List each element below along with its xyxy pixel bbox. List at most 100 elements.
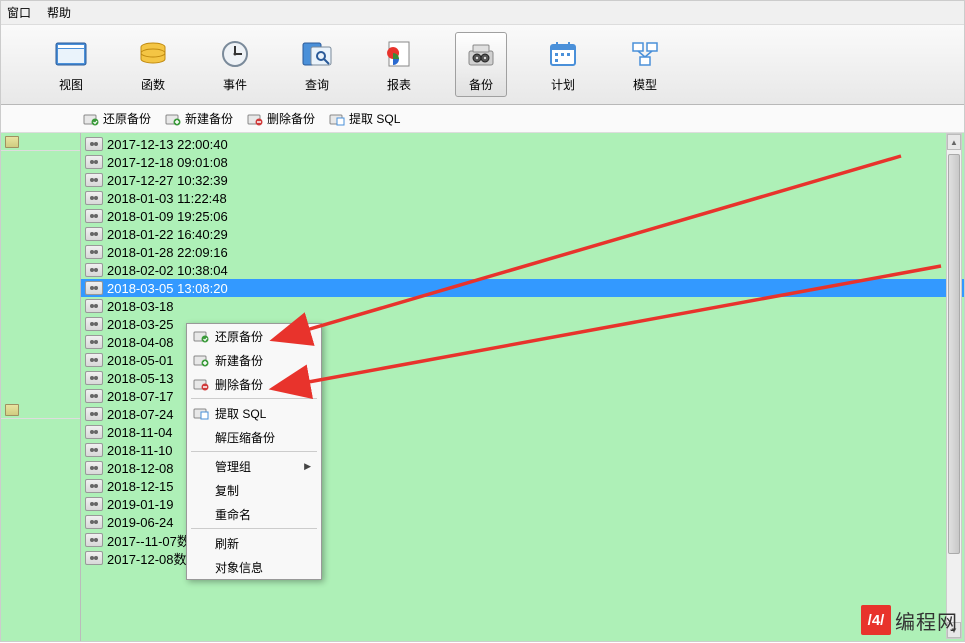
- ctx-decompress[interactable]: 解压缩备份: [187, 425, 321, 449]
- main-area: 2017-12-13 22:00:40 2017-12-18 09:01:08 20…: [1, 133, 964, 641]
- backup-file-icon: [85, 533, 103, 547]
- subtoolbar-restore[interactable]: 还原备份: [83, 110, 151, 127]
- ctx-label: 刷新: [215, 535, 239, 552]
- backup-file-icon: [85, 353, 103, 367]
- restore-icon: [83, 112, 99, 126]
- ctx-label: 提取 SQL: [215, 405, 266, 422]
- db-icon: [5, 136, 19, 148]
- backup-file-icon: [85, 209, 103, 223]
- new-icon: [165, 112, 181, 126]
- backup-row[interactable]: 2018-01-22 16:40:29: [81, 225, 964, 243]
- backup-file-icon: [85, 443, 103, 457]
- sub-toolbar: 还原备份新建备份删除备份提取 SQL: [1, 105, 964, 133]
- toolbar-label: 模型: [633, 76, 657, 93]
- backup-icon: [463, 36, 499, 72]
- context-menu: 还原备份新建备份删除备份提取 SQL 解压缩备份管理组▶复制重命名刷新对象信息: [186, 323, 322, 580]
- ctx-delete[interactable]: 删除备份: [187, 372, 321, 396]
- ctx-extract[interactable]: 提取 SQL: [187, 401, 321, 425]
- toolbar-backup[interactable]: 备份: [455, 32, 507, 97]
- event-icon: [217, 36, 253, 72]
- sidebar-db-node[interactable]: [1, 133, 80, 151]
- db-icon: [5, 404, 19, 416]
- backup-row[interactable]: 2018-03-18: [81, 297, 964, 315]
- toolbar-label: 查询: [305, 76, 329, 93]
- sidebar: [1, 133, 81, 641]
- extract-icon: [193, 406, 209, 420]
- backup-timestamp: 2018-04-08: [107, 335, 174, 350]
- ctx-info[interactable]: 对象信息: [187, 555, 321, 579]
- backup-file-icon: [85, 173, 103, 187]
- ctx-new[interactable]: 新建备份: [187, 348, 321, 372]
- backup-timestamp: 2019-06-24: [107, 515, 174, 530]
- ctx-restore[interactable]: 还原备份: [187, 324, 321, 348]
- toolbar-query[interactable]: 查询: [291, 32, 343, 97]
- ctx-separator: [191, 528, 317, 529]
- backup-row[interactable]: 2018-01-09 19:25:06: [81, 207, 964, 225]
- backup-timestamp: 2018-05-01: [107, 353, 174, 368]
- vertical-scrollbar[interactable]: ▲ ▼: [946, 133, 962, 639]
- backup-timestamp: 2017-12-13 22:00:40: [107, 137, 228, 152]
- backup-row[interactable]: 2018-03-05 13:08:20: [81, 279, 964, 297]
- sidebar-db-node[interactable]: [1, 401, 80, 419]
- backup-row[interactable]: 2017-12-13 22:00:40: [81, 135, 964, 153]
- backup-timestamp: 2018-01-09 19:25:06: [107, 209, 228, 224]
- backup-timestamp: 2018-07-24: [107, 407, 174, 422]
- menubar: 窗口 帮助: [1, 1, 964, 25]
- toolbar-model[interactable]: 模型: [619, 32, 671, 97]
- backup-timestamp: 2018-01-22 16:40:29: [107, 227, 228, 242]
- watermark: /4/ 编程网: [861, 605, 958, 635]
- toolbar-event[interactable]: 事件: [209, 32, 261, 97]
- schedule-icon: [545, 36, 581, 72]
- backup-timestamp: 2017-12-27 10:32:39: [107, 173, 228, 188]
- backup-row[interactable]: 2018-01-28 22:09:16: [81, 243, 964, 261]
- ctx-label: 对象信息: [215, 559, 263, 576]
- subtoolbar-new[interactable]: 新建备份: [165, 110, 233, 127]
- backup-file-icon: [85, 551, 103, 565]
- scroll-thumb[interactable]: [948, 154, 960, 554]
- backup-file-icon: [85, 299, 103, 313]
- backup-timestamp: 2017-12-18 09:01:08: [107, 155, 228, 170]
- backup-row[interactable]: 2017-12-27 10:32:39: [81, 171, 964, 189]
- backup-file-icon: [85, 191, 103, 205]
- scroll-up-button[interactable]: ▲: [947, 134, 961, 150]
- ctx-separator: [191, 451, 317, 452]
- ctx-rename[interactable]: 重命名: [187, 502, 321, 526]
- backup-file-icon: [85, 155, 103, 169]
- backup-row[interactable]: 2017-12-18 09:01:08: [81, 153, 964, 171]
- backup-row[interactable]: 2018-01-03 11:22:48: [81, 189, 964, 207]
- main-toolbar: 视图函数 事件查询 报表备份计划模型: [1, 25, 964, 105]
- query-icon: [299, 36, 335, 72]
- backup-timestamp: 2018-01-03 11:22:48: [107, 191, 227, 206]
- backup-file-icon: [85, 515, 103, 529]
- toolbar-label: 函数: [141, 76, 165, 93]
- view-icon: [53, 36, 89, 72]
- menu-window[interactable]: 窗口: [7, 4, 31, 21]
- backup-row[interactable]: 2018-02-02 10:38:04: [81, 261, 964, 279]
- ctx-label: 删除备份: [215, 376, 263, 393]
- subtoolbar-extract[interactable]: 提取 SQL: [329, 110, 400, 127]
- menu-help[interactable]: 帮助: [47, 4, 71, 21]
- backup-file-icon: [85, 407, 103, 421]
- ctx-group[interactable]: 管理组▶: [187, 454, 321, 478]
- extract-icon: [329, 112, 345, 126]
- toolbar-schedule[interactable]: 计划: [537, 32, 589, 97]
- toolbar-report[interactable]: 报表: [373, 32, 425, 97]
- subtoolbar-delete[interactable]: 删除备份: [247, 110, 315, 127]
- backup-file-icon: [85, 137, 103, 151]
- backup-timestamp: 2018-12-15: [107, 479, 174, 494]
- model-icon: [627, 36, 663, 72]
- backup-timestamp: 2018-07-17: [107, 389, 174, 404]
- watermark-text: 编程网: [895, 606, 958, 635]
- backup-file-icon: [85, 371, 103, 385]
- toolbar-view[interactable]: 视图: [45, 32, 97, 97]
- watermark-logo: /4/: [861, 605, 891, 635]
- ctx-copy[interactable]: 复制: [187, 478, 321, 502]
- toolbar-function[interactable]: 函数: [127, 32, 179, 97]
- backup-file-icon: [85, 227, 103, 241]
- ctx-refresh[interactable]: 刷新: [187, 531, 321, 555]
- backup-file-icon: [85, 479, 103, 493]
- function-icon: [135, 36, 171, 72]
- ctx-separator: [191, 398, 317, 399]
- backup-timestamp: 2018-03-18: [107, 299, 174, 314]
- ctx-label: 还原备份: [215, 328, 263, 345]
